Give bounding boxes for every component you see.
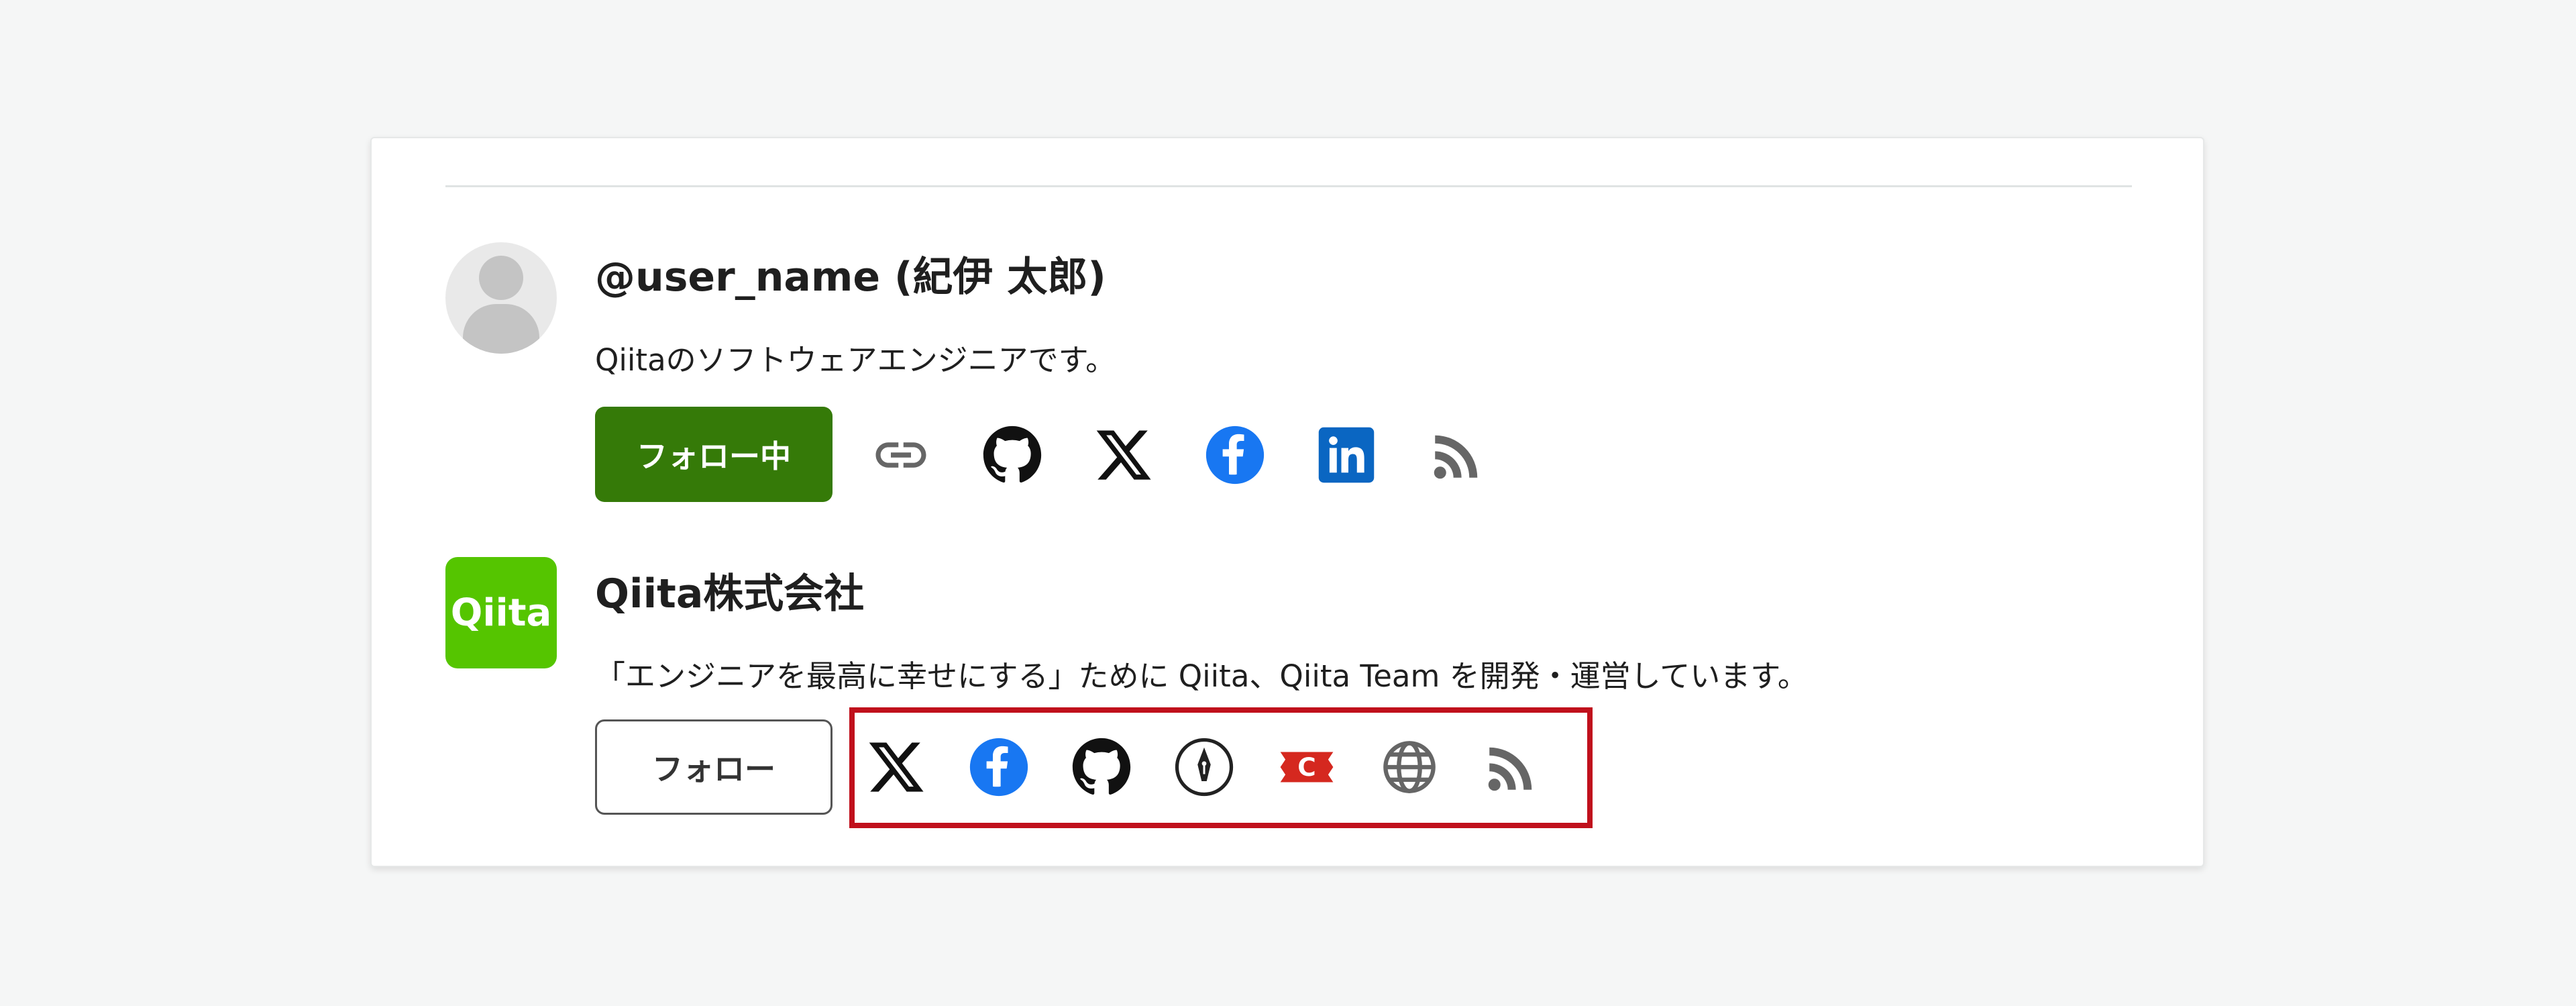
linkedin-icon[interactable] bbox=[1314, 423, 1379, 487]
follow-button[interactable]: フォロー bbox=[595, 719, 833, 815]
x-icon[interactable] bbox=[1091, 423, 1156, 487]
rss-icon[interactable] bbox=[1426, 423, 1490, 487]
profile-card: @user_name (紀伊 太郎) Qiitaのソフトウェアエンジニアです。 … bbox=[370, 137, 2204, 867]
organization-name[interactable]: Qiita株式会社 bbox=[595, 561, 864, 619]
user-name[interactable]: @user_name (紀伊 太郎) bbox=[595, 244, 1106, 303]
user-avatar[interactable] bbox=[445, 242, 557, 354]
organization-logo[interactable]: Qiita bbox=[445, 557, 557, 668]
connpass-icon[interactable]: C bbox=[1275, 735, 1339, 799]
note-pen-icon[interactable] bbox=[1172, 735, 1236, 799]
facebook-icon[interactable] bbox=[1203, 423, 1267, 487]
following-button[interactable]: フォロー中 bbox=[595, 407, 833, 502]
github-icon[interactable] bbox=[1069, 735, 1134, 799]
link-icon[interactable] bbox=[869, 423, 933, 487]
globe-icon[interactable] bbox=[1377, 735, 1442, 799]
github-icon[interactable] bbox=[980, 423, 1044, 487]
svg-text:C: C bbox=[1297, 752, 1316, 782]
organization-description: 「エンジニアを最高に幸せにする」ために Qiita、Qiita Team を開発… bbox=[595, 658, 1808, 694]
rss-icon[interactable] bbox=[1480, 735, 1544, 799]
x-icon[interactable] bbox=[864, 735, 928, 799]
user-description: Qiitaのソフトウェアエンジニアです。 bbox=[595, 342, 1116, 378]
facebook-icon[interactable] bbox=[967, 735, 1031, 799]
divider bbox=[445, 185, 2132, 187]
